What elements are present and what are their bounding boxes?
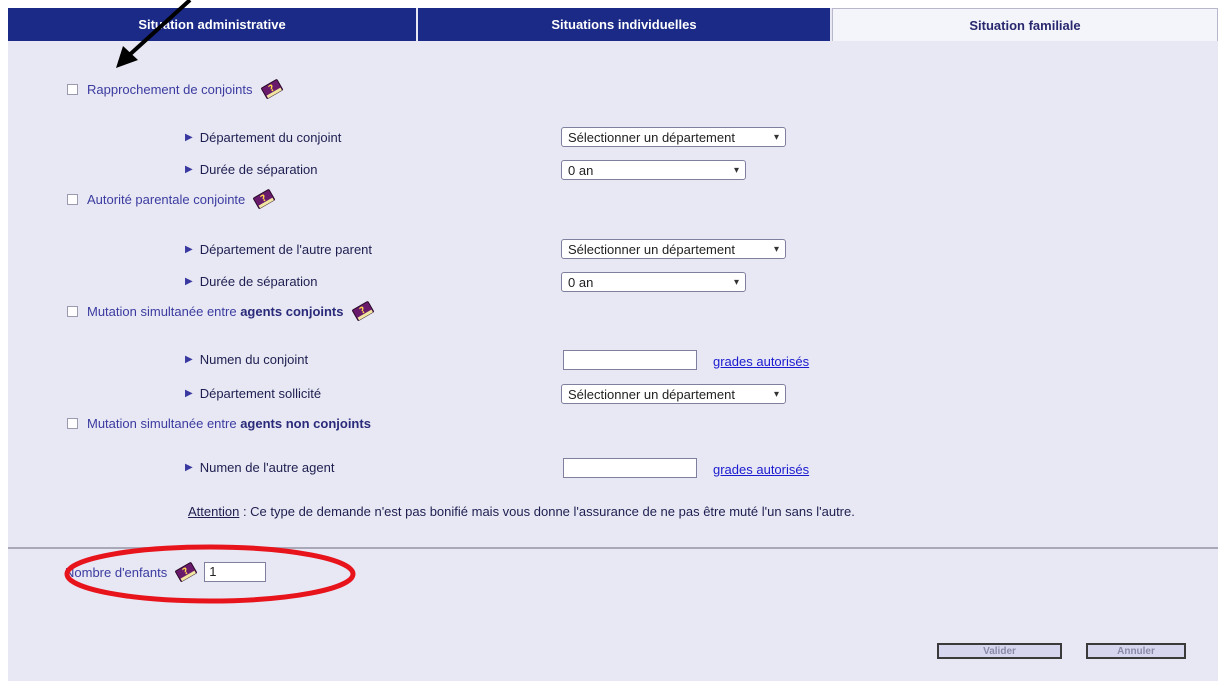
autorite-dept-row: ▶ Département de l'autre parent: [185, 240, 372, 258]
mutation-conjoints-label: Mutation simultanée entre agents conjoin…: [87, 304, 344, 319]
rapprochement-dept-row: ▶ Département du conjoint: [185, 128, 341, 146]
annuler-button[interactable]: Annuler: [1086, 643, 1186, 659]
help-book-icon[interactable]: ?: [350, 301, 376, 321]
bullet-icon: ▶: [185, 461, 193, 473]
enfants-row: Nombre d'enfants ? 1: [65, 561, 267, 583]
section-rapprochement: Rapprochement de conjoints ?: [67, 79, 285, 99]
section-mutation-non-conjoints: Mutation simultanée entre agents non con…: [67, 413, 371, 433]
numen-autre-label: Numen de l'autre agent: [199, 459, 335, 475]
label-bold: agents non conjoints: [240, 415, 371, 431]
dept-sollicite-select[interactable]: Sélectionner un département ▾: [561, 384, 786, 404]
numen-conjoint-row: ▶ Numen du conjoint: [185, 350, 308, 368]
grades-autorises-link[interactable]: grades autorisés: [713, 354, 809, 369]
tab-situations-individuelles[interactable]: Situations individuelles: [418, 8, 832, 41]
bullet-icon: ▶: [185, 275, 193, 287]
enfants-label: Nombre d'enfants: [65, 564, 168, 580]
tab-situation-familiale[interactable]: Situation familiale: [832, 8, 1218, 41]
rapprochement-duree-select[interactable]: 0 an ▾: [561, 160, 746, 180]
numen-autre-row: ▶ Numen de l'autre agent: [185, 458, 334, 476]
rapprochement-checkbox[interactable]: [67, 83, 78, 95]
autorite-label: Autorité parentale conjointe: [87, 191, 246, 207]
form-page: Situation administrative Situations indi…: [8, 8, 1218, 681]
numen-conjoint-input[interactable]: [563, 350, 697, 370]
attention-text: : Ce type de demande n'est pas bonifié m…: [239, 504, 855, 519]
attention-title: Attention: [188, 504, 240, 519]
bullet-icon: ▶: [185, 243, 193, 255]
select-value: Sélectionner un département: [568, 241, 735, 257]
autorite-duree-label: Durée de séparation: [199, 273, 318, 289]
autorite-dept-label: Département de l'autre parent: [199, 241, 373, 257]
valider-button[interactable]: Valider: [937, 643, 1062, 659]
autorite-dept-select[interactable]: Sélectionner un département ▾: [561, 239, 786, 259]
select-value: Sélectionner un département: [568, 386, 735, 402]
chevron-down-icon: ▾: [773, 131, 779, 143]
help-book-icon[interactable]: ?: [251, 189, 277, 209]
bullet-icon: ▶: [185, 131, 193, 143]
section-mutation-conjoints: Mutation simultanée entre agents conjoin…: [67, 300, 376, 322]
autorite-duree-select[interactable]: 0 an ▾: [561, 272, 746, 292]
rapprochement-duree-label: Durée de séparation: [199, 161, 318, 177]
help-book-icon[interactable]: ?: [173, 562, 199, 582]
autorite-checkbox[interactable]: [67, 193, 78, 205]
bullet-icon: ▶: [185, 163, 193, 175]
numen-conjoint-label: Numen du conjoint: [199, 351, 309, 367]
chevron-down-icon: ▾: [773, 243, 779, 255]
numen-autre-input[interactable]: [563, 458, 697, 478]
label-bold: agents conjoints: [240, 303, 344, 319]
mutation-conjoints-checkbox[interactable]: [67, 305, 78, 317]
rapprochement-label: Rapprochement de conjoints: [87, 81, 253, 97]
chevron-down-icon: ▾: [773, 388, 779, 400]
attention-note: Attention : Ce type de demande n'est pas…: [188, 504, 888, 519]
section-autorite: Autorité parentale conjointe ?: [67, 188, 277, 210]
label-prefix: Mutation simultanée entre: [87, 415, 241, 431]
divider: [8, 547, 1218, 549]
bullet-icon: ▶: [185, 353, 193, 365]
select-value: 0 an: [568, 274, 594, 290]
rapprochement-duree-row: ▶ Durée de séparation: [185, 160, 318, 178]
chevron-down-icon: ▾: [733, 164, 739, 176]
tab-situation-administrative[interactable]: Situation administrative: [8, 8, 418, 41]
select-value: 0 an: [568, 162, 594, 178]
tab-bar: Situation administrative Situations indi…: [8, 8, 1218, 41]
dept-sollicite-label: Département sollicité: [199, 385, 322, 401]
autorite-duree-row: ▶ Durée de séparation: [185, 272, 318, 290]
mutation-non-conjoints-label: Mutation simultanée entre agents non con…: [87, 416, 371, 431]
rapprochement-dept-label: Département du conjoint: [199, 129, 342, 145]
bullet-icon: ▶: [185, 387, 193, 399]
chevron-down-icon: ▾: [733, 276, 739, 288]
rapprochement-dept-select[interactable]: Sélectionner un département ▾: [561, 127, 786, 147]
dept-sollicite-row: ▶ Département sollicité: [185, 384, 321, 402]
label-prefix: Mutation simultanée entre: [87, 303, 241, 319]
mutation-non-conjoints-checkbox[interactable]: [67, 417, 78, 429]
enfants-input[interactable]: 1: [204, 562, 267, 582]
help-book-icon[interactable]: ?: [259, 79, 285, 99]
select-value: Sélectionner un département: [568, 129, 735, 145]
grades-autorises-link[interactable]: grades autorisés: [713, 462, 809, 477]
